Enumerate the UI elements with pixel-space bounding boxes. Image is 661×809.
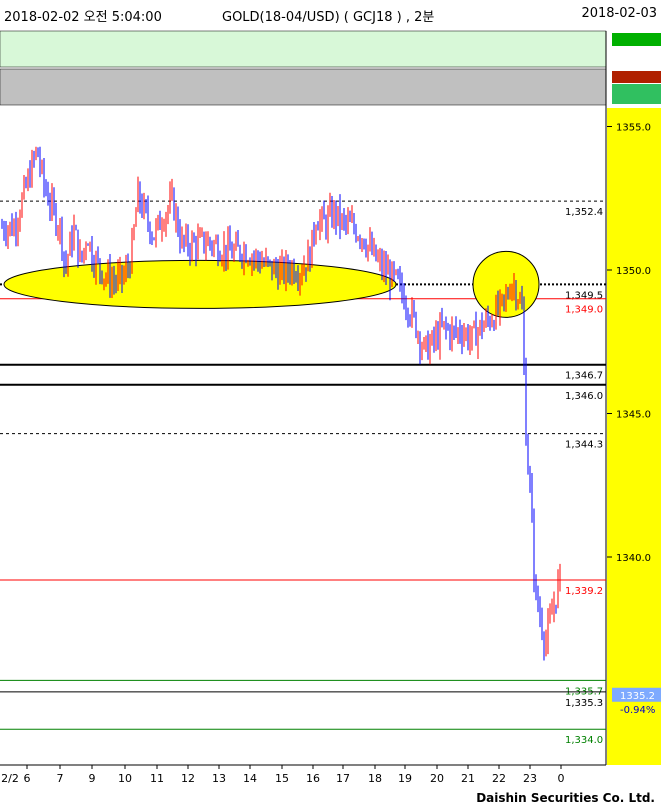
x-tick-label: 18 — [368, 772, 382, 785]
x-tick-label: 21 — [461, 772, 475, 785]
level-label: 1,346.0 — [565, 391, 603, 402]
level-label: 1,346.7 — [565, 371, 603, 382]
x-tick-label: 14 — [243, 772, 257, 785]
candles — [1, 146, 561, 661]
brand-footer: Daishin Securities Co. Ltd. — [476, 791, 655, 805]
x-tick-label: 15 — [275, 772, 289, 785]
x-tick-label: 9 — [89, 772, 96, 785]
level-label: 1,335.3 — [565, 698, 603, 709]
level-label: 1,352.4 — [565, 207, 603, 218]
x-tick-label: 10 — [118, 772, 132, 785]
x-tick-label: 6 — [24, 772, 31, 785]
x-tick-label: 11 — [150, 772, 164, 785]
level-label: 1,349.5 — [565, 290, 603, 301]
y-tick-label: 1340.0 — [616, 553, 651, 564]
price-chart[interactable]: 1355.0 1350.0 1345.0 1340.0 1,352.4 1,349.5 1,… — [0, 0, 661, 790]
level-label: 1,344.3 — [565, 440, 603, 451]
x-tick-label: 17 — [336, 772, 350, 785]
y-tick-label: 1350.0 — [616, 266, 651, 277]
level-label: 1,339.2 — [565, 586, 603, 597]
volume-indicator-bar — [612, 33, 661, 46]
x-tick-label: 20 — [430, 772, 444, 785]
indicator-red-bar — [612, 71, 661, 83]
level-label: 1,334.0 — [565, 735, 603, 746]
x-tick-label: 0 — [558, 772, 565, 785]
current-price-label: 1335.2 — [620, 691, 655, 702]
volume-panel — [0, 30, 607, 68]
indicator-panel — [0, 68, 607, 106]
x-tick-label: 22 — [492, 772, 506, 785]
x-tick-label: 7 — [57, 772, 64, 785]
x-tick-label: 16 — [306, 772, 320, 785]
x-tick-label: 12 — [181, 772, 195, 785]
support-zone-ellipse — [3, 259, 397, 309]
x-tick-label: 23 — [523, 772, 537, 785]
x-tick-label: 19 — [398, 772, 412, 785]
price-axis — [607, 108, 661, 765]
y-tick-label: 1355.0 — [616, 123, 651, 134]
x-tick-label: 13 — [212, 772, 226, 785]
indicator-green-bar — [612, 84, 661, 104]
y-tick-label: 1345.0 — [616, 410, 651, 421]
price-change-label: -0.94% — [620, 705, 655, 716]
level-label: 1,349.0 — [565, 305, 603, 316]
x-tick-label: 2/2 — [1, 772, 19, 785]
